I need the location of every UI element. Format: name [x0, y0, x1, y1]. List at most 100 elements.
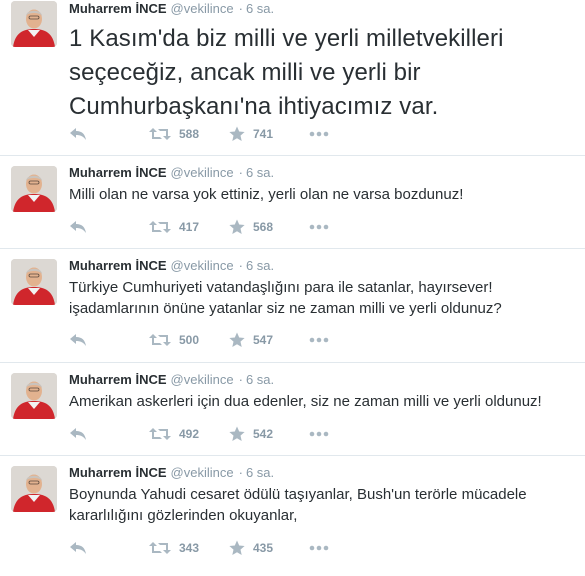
more-dots-icon [309, 224, 329, 230]
retweet-icon [149, 427, 171, 441]
tweet-text-line: 1 Kasım'da biz milli ve yerli milletveki… [69, 25, 504, 52]
favorite-count: 741 [253, 127, 274, 141]
tweet[interactable]: Muharrem İNCE @vekilince · 6 sa. 1 Kasım'da… [0, 0, 585, 156]
separator-dot: · [238, 372, 243, 387]
more-button[interactable] [309, 124, 329, 144]
author-handle[interactable]: @vekilince [171, 465, 234, 480]
retweet-count: 500 [179, 333, 200, 347]
favorite-count: 542 [253, 427, 274, 441]
retweet-icon [149, 541, 171, 555]
author-handle[interactable]: @vekilince [171, 258, 234, 273]
reply-button[interactable] [69, 330, 87, 350]
timestamp[interactable]: 6 sa. [246, 465, 274, 480]
tweet-header: Muharrem İNCE @vekilince · 6 sa. [69, 464, 274, 482]
timestamp[interactable]: 6 sa. [246, 258, 274, 273]
favorite-button[interactable]: 542 [229, 424, 273, 444]
reply-button[interactable] [69, 124, 87, 144]
reply-arrow-icon [69, 427, 87, 441]
reply-button[interactable] [69, 217, 87, 237]
tweet-text-line: kararlılığını gözlerinden okuyanlar, [69, 507, 298, 524]
favorite-button[interactable]: 547 [229, 330, 273, 350]
tweet[interactable]: Muharrem İNCE @vekilince · 6 sa. Amerikan a… [0, 363, 585, 456]
retweet-icon [149, 127, 171, 141]
reply-button[interactable] [69, 424, 87, 444]
retweet-button[interactable]: 588 [149, 124, 199, 144]
tweet-text: Milli olan ne varsa yok ettiniz, yerli o… [69, 184, 463, 205]
favorite-count: 568 [253, 220, 274, 234]
retweet-count: 417 [179, 220, 200, 234]
star-icon [229, 426, 245, 442]
avatar[interactable] [11, 259, 57, 305]
star-icon [229, 332, 245, 348]
more-dots-icon [309, 131, 329, 137]
tweet-text-line: Cumhurbaşkanı'na ihtiyacımız var. [69, 93, 439, 120]
reply-button[interactable] [69, 538, 87, 558]
tweet[interactable]: Muharrem İNCE @vekilince · 6 sa. Boynunda Y… [0, 456, 585, 576]
favorite-count: 435 [253, 541, 274, 555]
timestamp[interactable]: 6 sa. [246, 1, 274, 16]
avatar-photo [11, 1, 57, 47]
favorite-button[interactable]: 435 [229, 538, 273, 558]
retweet-count: 492 [179, 427, 200, 441]
avatar-photo [11, 466, 57, 512]
tweet-text-line: seçeceğiz, ancak milli ve yerli bir [69, 59, 421, 86]
tweet[interactable]: Muharrem İNCE @vekilince · 6 sa. Milli olan… [0, 156, 585, 249]
tweet-header: Muharrem İNCE @vekilince · 6 sa. [69, 257, 274, 275]
more-button[interactable] [309, 217, 329, 237]
tweet-text-line: işadamlarının önüne yatanlar siz ne zama… [69, 300, 502, 317]
avatar[interactable] [11, 466, 57, 512]
tweet-text-line: Boynunda Yahudi cesaret ödülü taşıyanlar… [69, 486, 527, 503]
timestamp[interactable]: 6 sa. [246, 165, 274, 180]
tweet-text: Amerikan askerleri için dua edenler, siz… [69, 391, 542, 412]
author-name[interactable]: Muharrem İNCE [69, 465, 167, 480]
tweet-header: Muharrem İNCE @vekilince · 6 sa. [69, 0, 274, 18]
avatar[interactable] [11, 1, 57, 47]
author-handle[interactable]: @vekilince [171, 372, 234, 387]
more-button[interactable] [309, 538, 329, 558]
avatar-photo [11, 373, 57, 419]
reply-arrow-icon [69, 220, 87, 234]
author-handle[interactable]: @vekilince [171, 1, 234, 16]
more-button[interactable] [309, 330, 329, 350]
favorite-button[interactable]: 568 [229, 217, 273, 237]
star-icon [229, 219, 245, 235]
retweet-count: 343 [179, 541, 200, 555]
avatar[interactable] [11, 373, 57, 419]
retweet-button[interactable]: 500 [149, 330, 199, 350]
reply-arrow-icon [69, 541, 87, 555]
retweet-button[interactable]: 343 [149, 538, 199, 558]
avatar-photo [11, 259, 57, 305]
tweet-text-line: Türkiye Cumhuriyeti vatandaşlığını para … [69, 279, 493, 296]
separator-dot: · [238, 465, 243, 480]
tweet[interactable]: Muharrem İNCE @vekilince · 6 sa. Türkiye Cu… [0, 249, 585, 363]
author-handle[interactable]: @vekilince [171, 165, 234, 180]
timestamp[interactable]: 6 sa. [246, 372, 274, 387]
author-name[interactable]: Muharrem İNCE [69, 1, 167, 16]
reply-arrow-icon [69, 333, 87, 347]
separator-dot: · [238, 165, 243, 180]
tweet-header: Muharrem İNCE @vekilince · 6 sa. [69, 371, 274, 389]
favorite-button[interactable]: 741 [229, 124, 273, 144]
avatar[interactable] [11, 166, 57, 212]
separator-dot: · [238, 1, 243, 16]
more-dots-icon [309, 545, 329, 551]
avatar-photo [11, 166, 57, 212]
retweet-button[interactable]: 417 [149, 217, 199, 237]
tweet-header: Muharrem İNCE @vekilince · 6 sa. [69, 164, 274, 182]
tweet-text: 1 Kasım'da biz milli ve yerli milletveki… [69, 22, 504, 124]
retweet-icon [149, 220, 171, 234]
retweet-button[interactable]: 492 [149, 424, 199, 444]
separator-dot: · [238, 258, 243, 273]
retweet-icon [149, 333, 171, 347]
reply-arrow-icon [69, 127, 87, 141]
favorite-count: 547 [253, 333, 274, 347]
more-dots-icon [309, 337, 329, 343]
author-name[interactable]: Muharrem İNCE [69, 258, 167, 273]
more-button[interactable] [309, 424, 329, 444]
author-name[interactable]: Muharrem İNCE [69, 165, 167, 180]
tweet-text-line: Milli olan ne varsa yok ettiniz, yerli o… [69, 186, 464, 203]
more-dots-icon [309, 431, 329, 437]
tweet-text: Türkiye Cumhuriyeti vatandaşlığını para … [69, 277, 502, 319]
author-name[interactable]: Muharrem İNCE [69, 372, 167, 387]
retweet-count: 588 [179, 127, 200, 141]
